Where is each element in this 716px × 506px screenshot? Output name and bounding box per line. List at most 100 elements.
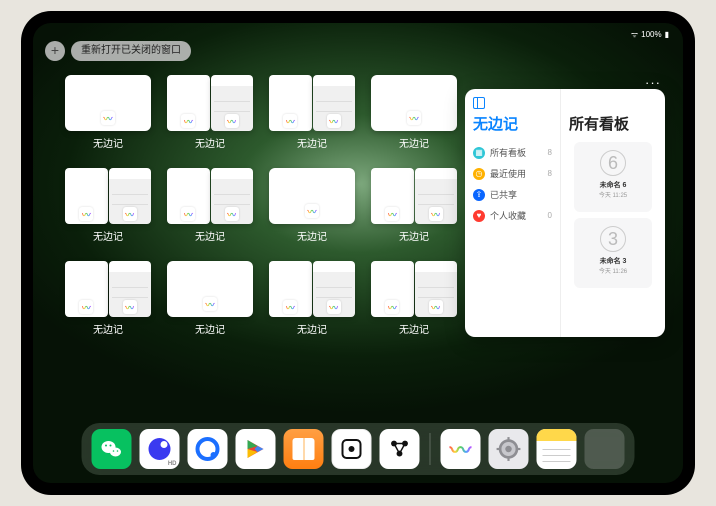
window-label: 无边记 (297, 228, 327, 243)
window-tile[interactable]: 〰无边记 (65, 75, 151, 150)
window-tile[interactable]: 〰无边记 (371, 75, 457, 150)
board-card[interactable]: 3未命名 3今天 11:26 (574, 218, 652, 288)
dock-app-settings[interactable] (489, 429, 529, 469)
window-label: 无边记 (195, 135, 225, 150)
quark-icon (149, 438, 171, 460)
window-thumbnail: 〰 (371, 75, 457, 131)
dock-app-qqbrowser[interactable] (188, 429, 228, 469)
dock-app-freeform[interactable]: 〰 (441, 429, 481, 469)
window-label: 无边记 (195, 321, 225, 336)
freeform-app-icon: 〰 (79, 300, 93, 314)
freeform-app-icon: 〰 (203, 297, 217, 311)
freeform-app-icon: 〰 (283, 114, 297, 128)
window-label: 无边记 (93, 228, 123, 243)
freeform-app-icon: 〰 (225, 114, 239, 128)
freeform-app-icon: 〰 (305, 204, 319, 218)
share-icon: ⇪ (473, 189, 485, 201)
window-thumbnail: 〰 (269, 168, 355, 224)
wechat-icon (100, 437, 124, 461)
freeform-icon: 〰 (449, 433, 471, 465)
more-icon[interactable]: ··· (645, 75, 661, 90)
board-card[interactable]: 6 未命名 6今天 11:25 (574, 142, 652, 212)
sidebar-toggle-icon[interactable] (473, 97, 485, 109)
dock-app-books[interactable] (284, 429, 324, 469)
battery-text: 100% (641, 30, 661, 39)
window-thumbnail: 〰〰 (269, 75, 355, 131)
window-label: 无边记 (399, 321, 429, 336)
dock-app-play[interactable] (236, 429, 276, 469)
clock-icon: ◷ (473, 168, 485, 180)
sidebar-item-share[interactable]: ⇪ 已共享 (473, 184, 552, 205)
panel-right-title: 所有看板 (569, 113, 657, 134)
window-tile[interactable]: 〰〰无边记 (65, 168, 151, 243)
sidebar-item-grid[interactable]: ▦ 所有看板 8 (473, 142, 552, 163)
freeform-app-icon: 〰 (283, 300, 297, 314)
play-icon (244, 437, 268, 461)
dock-app-group[interactable] (585, 429, 625, 469)
status-bar: ᯤ 100% ▮ (631, 29, 669, 40)
board-date: 今天 11:26 (599, 266, 627, 275)
sidebar-item-label: 最近使用 (490, 167, 526, 180)
sidebar-item-heart[interactable]: ♥个人收藏0 (473, 205, 552, 226)
sidebar-item-count: 0 (548, 211, 552, 220)
board-name: 未命名 6 (600, 180, 627, 190)
window-tile[interactable]: 〰〰无边记 (371, 261, 457, 336)
board-name: 未命名 3 (600, 256, 627, 266)
window-tile[interactable]: 〰无边记 (167, 261, 253, 336)
window-label: 无边记 (93, 321, 123, 336)
sidebar-item-label: 个人收藏 (490, 209, 526, 222)
freeform-app-icon: 〰 (385, 300, 399, 314)
wifi-icon: ᯤ (631, 29, 638, 40)
window-label: 无边记 (297, 321, 327, 336)
window-thumbnail: 〰 (65, 75, 151, 131)
dock-app-dice[interactable] (332, 429, 372, 469)
window-thumbnail: 〰〰 (371, 261, 457, 317)
sidebar-item-count: 8 (548, 148, 552, 157)
dice-icon (342, 439, 362, 459)
dock-app-wechat[interactable] (92, 429, 132, 469)
freeform-app-icon: 〰 (407, 111, 421, 125)
window-tile[interactable]: 〰 〰无边记 (167, 75, 253, 150)
window-tile[interactable]: 〰无边记 (269, 168, 355, 243)
window-thumbnail: 〰〰 (65, 168, 151, 224)
reopen-closed-window-button[interactable]: 重新打开已关闭的窗口 (71, 41, 191, 61)
freeform-app-icon: 〰 (385, 207, 399, 221)
sidebar-item-label: 已共享 (490, 188, 517, 201)
dock-app-notes[interactable] (537, 429, 577, 469)
window-tile[interactable]: 〰〰无边记 (269, 261, 355, 336)
battery-icon: ▮ (665, 30, 669, 39)
window-thumbnail: 〰 (167, 261, 253, 317)
window-label: 无边记 (297, 135, 327, 150)
window-label: 无边记 (93, 135, 123, 150)
freeform-panel[interactable]: ··· 无边记 ▦所有看板8◷最近使用8⇪已共享♥个人收藏0 所有看板 6未命名… (465, 89, 665, 337)
gear-icon (496, 436, 522, 462)
window-thumbnail: 〰〰 (167, 168, 253, 224)
connect-icon (389, 438, 411, 460)
window-tile[interactable]: 〰〰无边记 (269, 75, 355, 150)
freeform-app-icon: 〰 (327, 114, 341, 128)
sidebar-item-label: 所有看板 (490, 146, 526, 159)
books-icon (293, 438, 315, 460)
ipad-frame: ᯤ 100% ▮ + 重新打开已关闭的窗口 〰无边记〰〰无边记〰〰无边记〰无边记… (21, 11, 695, 495)
board-date: 今天 11:25 (599, 190, 627, 199)
window-tile[interactable]: 〰〰无边记 (65, 261, 151, 336)
sidebar-item-count: 8 (548, 169, 552, 178)
board-thumbnail: 6 (600, 150, 626, 176)
freeform-app-icon: 〰 (225, 207, 239, 221)
window-label: 无边记 (195, 228, 225, 243)
sidebar-item-clock[interactable]: ◷ 最近使用 8 (473, 163, 552, 184)
qqbrowser-icon (196, 437, 220, 461)
dock-divider (430, 433, 431, 465)
app-expose-grid: 〰无边记〰〰无边记〰〰无边记〰无边记〰〰无边记〰〰无边记〰无边记〰〰无边记〰〰无… (65, 75, 457, 336)
freeform-app-icon: 〰 (181, 114, 195, 128)
window-tile[interactable]: 〰〰无边记 (167, 168, 253, 243)
screen: ᯤ 100% ▮ + 重新打开已关闭的窗口 〰无边记〰〰无边记〰〰无边记〰无边记… (33, 23, 683, 483)
new-window-button[interactable]: + (45, 41, 65, 61)
window-tile[interactable]: 〰〰无边记 (371, 168, 457, 243)
dock-app-quark[interactable]: HD (140, 429, 180, 469)
dock-app-goto[interactable] (380, 429, 420, 469)
freeform-app-icon: 〰 (181, 207, 195, 221)
grid-icon: ▦ (473, 147, 485, 159)
freeform-app-icon: 〰 (123, 207, 137, 221)
freeform-app-icon: 〰 (429, 300, 443, 314)
